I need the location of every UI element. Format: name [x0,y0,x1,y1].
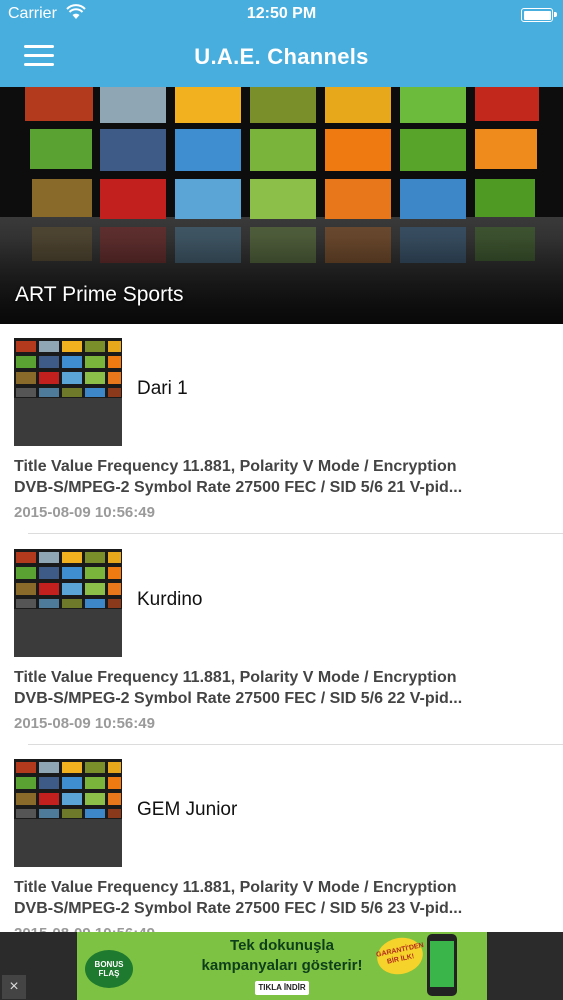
clock: 12:50 PM [246,5,317,22]
ad-banner[interactable]: BONUS FLAŞ Tek dokunuşla kampanyaları gö… [77,932,487,1000]
channel-details: Title Value Frequency 11.881, Polarity V… [14,877,554,919]
ad-cta-button[interactable]: TIKLA İNDİR [255,981,309,995]
status-bar: Carrier 12:50 PM [0,0,563,30]
battery-level [523,10,551,20]
ad-headline: Tek dokunuşla kampanyaları gösterir! [177,936,387,976]
ad-logo: BONUS FLAŞ [85,950,133,988]
list-item[interactable]: Dari 1 Title Value Frequency 11.881, Pol… [0,324,563,534]
channel-details-line-2: DVB-S/MPEG-2 Symbol Rate 27500 FEC / SID… [14,479,463,496]
channel-date: 2015-08-09 10:56:49 [14,715,155,732]
list-item[interactable]: GEM Junior Title Value Frequency 11.881,… [0,745,563,955]
list-item[interactable]: Kurdino Title Value Frequency 11.881, Po… [0,535,563,745]
featured-channel-title: ART Prime Sports [15,283,184,306]
channel-date: 2015-08-09 10:56:49 [14,504,155,521]
ad-headline-line-2: kampanyaları gösterir! [201,957,363,974]
channel-thumbnail [14,759,122,867]
channel-details-line-1: Title Value Frequency 11.881, Polarity V… [14,458,457,475]
ad-headline-line-1: Tek dokunuşla [230,937,334,954]
navigation-bar: Carrier 12:50 PM U.A.E. Channels [0,0,563,87]
page-title: U.A.E. Channels [194,44,369,69]
channel-name: Dari 1 [137,378,188,399]
channel-thumbnail [14,549,122,657]
channel-details-line-1: Title Value Frequency 11.881, Polarity V… [14,669,457,686]
channel-name: Kurdino [137,589,203,610]
channel-name: GEM Junior [137,799,238,820]
phone-icon [427,934,457,996]
channel-details-line-1: Title Value Frequency 11.881, Polarity V… [14,879,457,896]
close-ad-button[interactable]: × [2,975,26,999]
channel-details-line-2: DVB-S/MPEG-2 Symbol Rate 27500 FEC / SID… [14,690,463,707]
channel-details: Title Value Frequency 11.881, Polarity V… [14,456,554,498]
channel-thumbnail [14,338,122,446]
divider [28,533,563,534]
channel-details-line-2: DVB-S/MPEG-2 Symbol Rate 27500 FEC / SID… [14,900,463,917]
channel-details: Title Value Frequency 11.881, Polarity V… [14,667,554,709]
battery-icon [521,8,557,22]
